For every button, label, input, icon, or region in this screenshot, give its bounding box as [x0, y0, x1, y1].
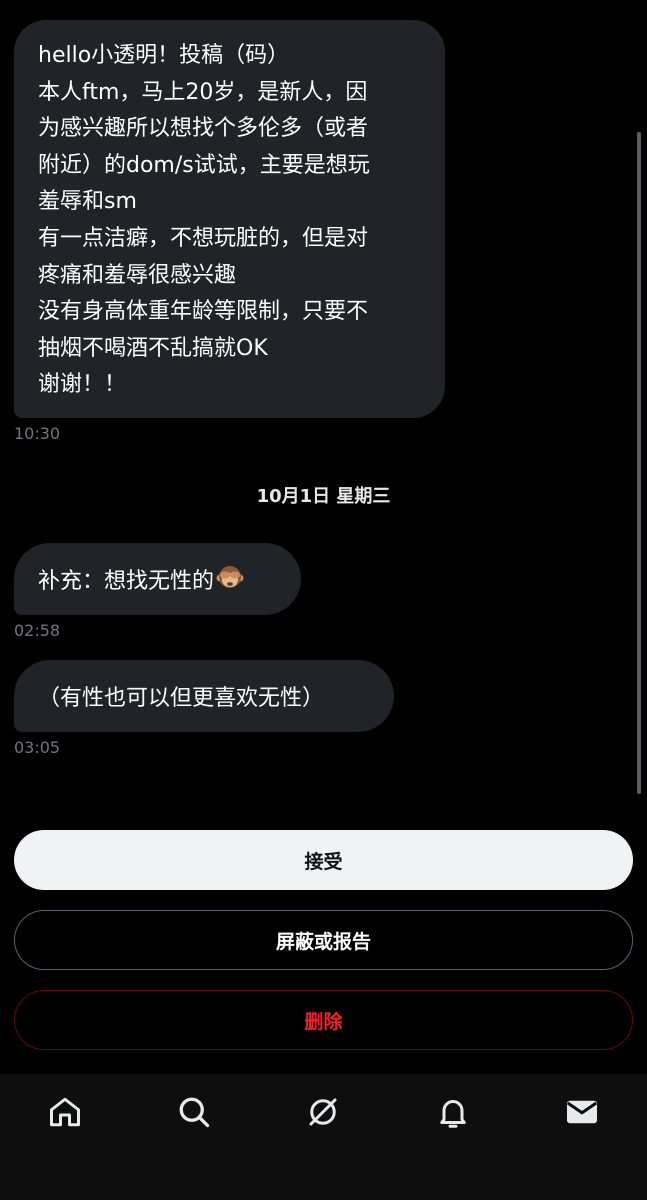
message-bubble[interactable]: 补充：想找无性的 [14, 543, 301, 615]
message-text: 补充：想找无性的 [38, 569, 215, 594]
message-line: 本人ftm，马上20岁，是新人，因 [38, 79, 368, 105]
message-line: hello小透明！投稿（码） [38, 43, 290, 68]
search-icon[interactable] [174, 1092, 214, 1132]
message-bubble[interactable]: （有性也可以但更喜欢无性） [14, 660, 394, 732]
messages-icon[interactable] [562, 1092, 602, 1132]
grok-icon[interactable] [303, 1092, 343, 1132]
message-line: 有一点洁癖，不想玩脏的，但是对 [38, 225, 369, 251]
scrollbar[interactable] [637, 132, 641, 794]
message-line: 疼痛和羞辱很感兴趣 [38, 262, 237, 288]
message-line: 没有身高体重年龄等限制，只要不 [38, 299, 369, 325]
date-separator: 10月1日 星期三 [256, 486, 391, 507]
message-bubble[interactable]: hello小透明！投稿（码） 本人ftm，马上20岁，是新人，因 为感兴趣所以想… [14, 20, 445, 418]
message-line: 羞辱和sm [38, 189, 137, 215]
message-thread: hello小透明！投稿（码） 本人ftm，马上20岁，是新人，因 为感兴趣所以想… [0, 0, 647, 820]
message-line: 抽烟不喝酒不乱搞就OK [38, 335, 268, 361]
message-line: 谢谢！！ [38, 372, 127, 398]
delete-button[interactable]: 删除 [14, 990, 633, 1050]
message-line: 附近）的dom/s试试，主要是想玩 [38, 152, 370, 178]
message-timestamp: 10:30 [14, 424, 61, 443]
message-text: （有性也可以但更喜欢无性） [38, 686, 325, 711]
bottom-navigation-bar [0, 1074, 647, 1200]
see-no-evil-monkey-emoji-icon [216, 563, 244, 595]
message-timestamp: 02:58 [14, 621, 61, 640]
notifications-icon[interactable] [433, 1092, 473, 1132]
home-icon[interactable] [45, 1092, 85, 1132]
accept-button[interactable]: 接受 [14, 830, 633, 890]
block-or-report-button[interactable]: 屏蔽或报告 [14, 910, 633, 970]
message-line: 为感兴趣所以想找个多伦多（或者 [38, 116, 369, 142]
message-timestamp: 03:05 [14, 738, 61, 757]
